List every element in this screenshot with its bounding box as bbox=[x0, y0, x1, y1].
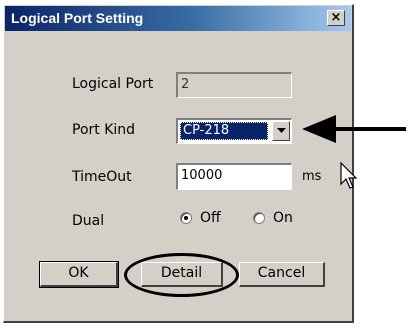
cancel-button[interactable]: Cancel bbox=[239, 262, 325, 287]
chevron-down-icon bbox=[277, 128, 286, 133]
mouse-cursor-icon bbox=[340, 162, 358, 189]
title-bar[interactable]: Logical Port Setting × bbox=[5, 6, 351, 31]
dual-off-label[interactable]: Off bbox=[200, 210, 221, 226]
logical-port-label: Logical Port bbox=[72, 76, 154, 92]
timeout-input[interactable]: 10000 bbox=[176, 163, 292, 190]
port-kind-dropdown-button[interactable] bbox=[272, 121, 290, 141]
port-kind-selected-value[interactable]: CP-218 bbox=[180, 122, 268, 140]
arrow-left-icon bbox=[302, 115, 406, 143]
timeout-unit: ms bbox=[302, 169, 322, 184]
logical-port-field: 2 bbox=[176, 72, 292, 98]
port-kind-select[interactable]: CP-218 bbox=[176, 118, 292, 144]
timeout-label: TimeOut bbox=[72, 169, 132, 185]
port-kind-label: Port Kind bbox=[72, 122, 136, 138]
close-button[interactable]: × bbox=[327, 10, 345, 26]
dual-label: Dual bbox=[72, 213, 105, 229]
dual-off-radio[interactable] bbox=[180, 212, 192, 224]
dual-on-label[interactable]: On bbox=[273, 210, 293, 226]
ok-button[interactable]: OK bbox=[39, 261, 119, 288]
close-icon: × bbox=[330, 10, 342, 25]
detail-button[interactable]: Detail bbox=[141, 262, 223, 287]
radio-selected-dot bbox=[184, 216, 188, 220]
dual-on-radio[interactable] bbox=[253, 212, 265, 224]
dialog-title: Logical Port Setting bbox=[11, 10, 144, 26]
